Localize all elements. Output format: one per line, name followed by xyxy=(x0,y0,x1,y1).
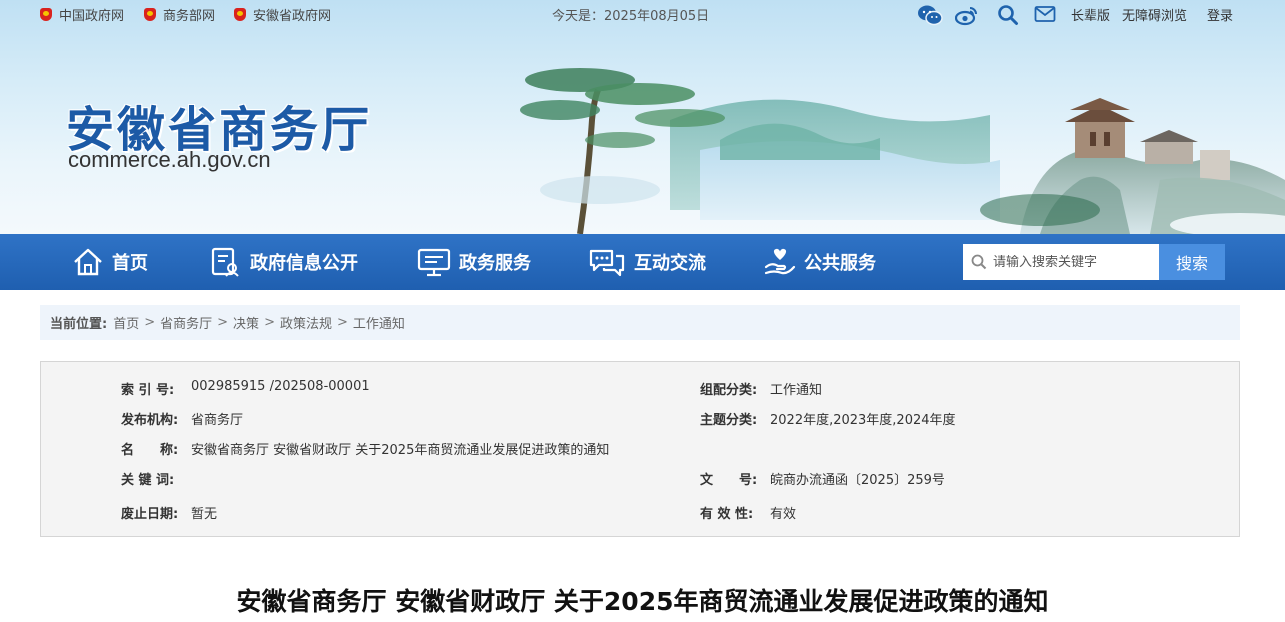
weibo-icon[interactable] xyxy=(954,4,979,30)
hand-heart-icon xyxy=(764,248,796,275)
link-gov-cn[interactable]: 中国政府网 xyxy=(40,5,124,24)
nav-item-gov-services[interactable]: 政务服务 xyxy=(417,234,531,290)
chat-icon xyxy=(589,249,625,277)
document-icon xyxy=(211,247,239,277)
breadcrumb-policy[interactable]: 政策法规 xyxy=(280,313,332,332)
breadcrumb-label: 当前位置: xyxy=(50,317,108,332)
elder-mode-link[interactable]: 长辈版 xyxy=(1071,5,1110,24)
current-date: 今天是：2025年08月05日 xyxy=(552,9,710,24)
breadcrumb-separator: > xyxy=(264,315,275,330)
meta-publisher: 发布机构: 省商务厅 xyxy=(121,413,244,428)
national-emblem-icon xyxy=(234,8,246,21)
breadcrumb-home[interactable]: 首页 xyxy=(113,313,139,332)
main-nav: 首页 政府信息公开 政务服务 互动交流 公共服务 搜索 xyxy=(0,234,1285,290)
nav-item-interaction[interactable]: 互动交流 xyxy=(588,234,706,290)
breadcrumb: 当前位置: 首页 > 省商务厅 > 决策 > 政策法规 > 工作通知 xyxy=(40,305,1240,340)
meta-index: 索 引 号: 002985915 /202508-00001 xyxy=(121,379,370,398)
breadcrumb-work-notice[interactable]: 工作通知 xyxy=(353,313,405,332)
breadcrumb-separator: > xyxy=(336,315,348,330)
header-landscape-image xyxy=(520,68,1285,234)
nav-item-gov-info[interactable]: 政府信息公开 xyxy=(210,234,358,290)
search-box xyxy=(963,244,1159,280)
document-title: 安徽省商务厅 安徽省财政厅 关于2025年商贸流通业发展促进政策的通知 xyxy=(236,587,1049,616)
top-bar: 中国政府网 商务部网 安徽省政府网 今天是：2025年08月05日 长辈版 无障… xyxy=(0,0,1285,30)
site-header: 中国政府网 商务部网 安徽省政府网 今天是：2025年08月05日 长辈版 无障… xyxy=(0,0,1285,234)
link-mofcom[interactable]: 商务部网 xyxy=(144,5,215,24)
mail-icon[interactable] xyxy=(1034,4,1056,28)
login-link[interactable]: 登录 xyxy=(1207,5,1233,24)
search-input[interactable] xyxy=(993,254,1153,270)
meta-document-number: 文 号: 皖商办流通函〔2025〕259号 xyxy=(700,473,945,488)
meta-expiry-date: 废止日期: 暂无 xyxy=(121,507,218,522)
search-button[interactable]: 搜索 xyxy=(1159,244,1225,280)
site-search: 搜索 xyxy=(963,244,1225,280)
home-icon xyxy=(74,248,102,276)
breadcrumb-separator: > xyxy=(217,315,229,330)
nav-item-home[interactable]: 首页 xyxy=(72,234,148,290)
link-ah-gov[interactable]: 安徽省政府网 xyxy=(234,5,331,24)
wechat-icon[interactable] xyxy=(917,4,943,30)
document-metadata: 索 引 号: 002985915 /202508-00001 组配分类: 工作通… xyxy=(40,361,1240,537)
meta-name: 名 称: 安徽省商务厅 安徽省财政厅 关于2025年商贸流通业发展促进政策的通知 xyxy=(121,443,610,458)
breadcrumb-separator: > xyxy=(144,315,156,330)
meta-validity: 有 效 性: 有效 xyxy=(700,507,797,522)
nav-item-public-services[interactable]: 公共服务 xyxy=(764,234,876,290)
search-icon[interactable] xyxy=(997,4,1019,30)
meta-keywords: 关 键 词: xyxy=(121,473,175,488)
site-domain: commerce.ah.gov.cn xyxy=(68,147,271,172)
accessibility-link[interactable]: 无障碍浏览 xyxy=(1122,5,1187,24)
national-emblem-icon xyxy=(144,8,156,21)
search-icon xyxy=(971,254,987,270)
breadcrumb-department[interactable]: 省商务厅 xyxy=(160,313,212,332)
monitor-icon xyxy=(417,248,451,277)
national-emblem-icon xyxy=(40,8,52,21)
meta-category: 组配分类: 工作通知 xyxy=(700,383,823,398)
meta-subject: 主题分类: 2022年度,2023年度,2024年度 xyxy=(700,413,956,428)
breadcrumb-decision[interactable]: 决策 xyxy=(233,313,259,332)
